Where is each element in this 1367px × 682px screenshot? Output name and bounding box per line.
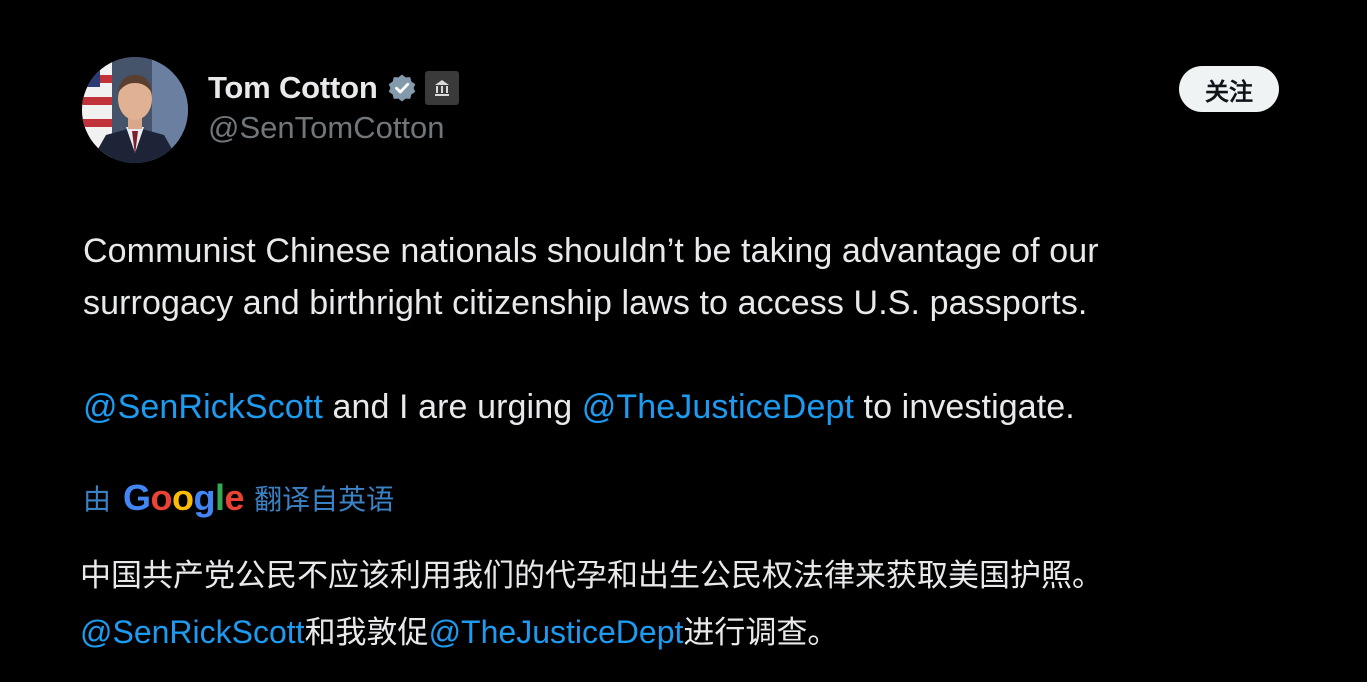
- government-building-icon[interactable]: [424, 71, 459, 105]
- translated-by-label: 由: [83, 483, 112, 516]
- tweet-mention-line: @SenRickScott and I are urging @TheJusti…: [83, 381, 1283, 433]
- translation-attribution: 由 Google 翻译自英语: [83, 474, 394, 522]
- tweet-text-fragment: to investigate.: [854, 388, 1075, 426]
- verified-icon[interactable]: [387, 73, 417, 103]
- avatar[interactable]: [82, 57, 188, 163]
- author-display-name[interactable]: Tom Cotton: [208, 70, 378, 106]
- translation-mention-line: @SenRickScott和我敦促@TheJusticeDept进行调查。: [80, 604, 1300, 661]
- translation-text-fragment: 和我敦促: [304, 615, 429, 651]
- tweet-line: surrogacy and birthright citizenship law…: [83, 284, 1088, 322]
- translated-tweet-body: 中国共产党公民不应该利用我们的代孕和出生公民权法律来获取美国护照。 @SenRi…: [80, 548, 1300, 661]
- mention-link[interactable]: @TheJusticeDept: [582, 388, 854, 426]
- profile-photo: [82, 57, 188, 163]
- google-logo: Google: [123, 477, 245, 518]
- mention-link[interactable]: @SenRickScott: [80, 614, 305, 650]
- translation-text-fragment: 进行调查。: [683, 615, 839, 651]
- tweet-text-fragment: and I are urging: [322, 388, 582, 426]
- tweet-line: Communist Chinese nationals shouldn’t be…: [83, 232, 1099, 270]
- follow-button[interactable]: 关注: [1179, 66, 1279, 112]
- translated-from-english-link[interactable]: 翻译自英语: [254, 478, 394, 518]
- author-handle[interactable]: @SenTomCotton: [208, 110, 445, 146]
- mention-link[interactable]: @TheJusticeDept: [429, 614, 684, 650]
- translation-line: 中国共产党公民不应该利用我们的代孕和出生公民权法律来获取美国护照。: [80, 558, 1103, 594]
- mention-link[interactable]: @SenRickScott: [83, 388, 323, 426]
- author-name-row: Tom Cotton: [208, 68, 459, 108]
- tweet-body: Communist Chinese nationals shouldn’t be…: [83, 225, 1283, 433]
